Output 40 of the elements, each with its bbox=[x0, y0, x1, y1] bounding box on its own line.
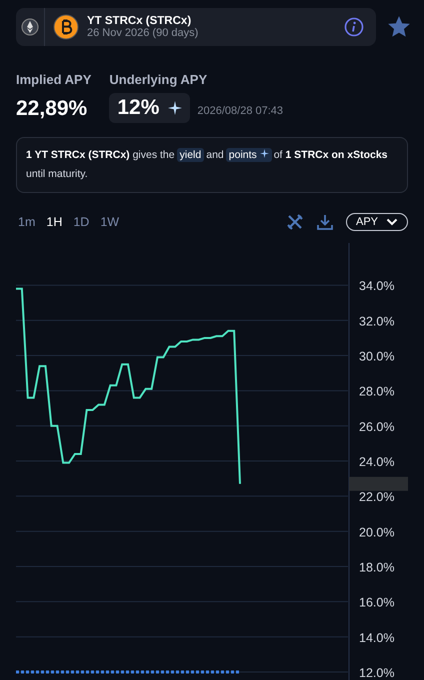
axis-label: 30.0% bbox=[359, 350, 394, 364]
axis-label: 24.0% bbox=[359, 455, 394, 470]
ethereum-icon bbox=[21, 18, 39, 36]
axis-label: 26.0% bbox=[359, 420, 394, 434]
implied-apy-label: Implied APY bbox=[16, 72, 92, 87]
axis-label: 12.0% bbox=[359, 666, 394, 680]
axis-label: 28.0% bbox=[359, 384, 394, 399]
download-icon[interactable] bbox=[316, 213, 334, 231]
range-tab[interactable]: 1H bbox=[46, 215, 62, 229]
axis-label: 18.0% bbox=[359, 560, 394, 574]
underlying-apy-value: 12% bbox=[109, 93, 190, 123]
points-tag: points bbox=[226, 148, 272, 162]
info-text: 1 YT STRCx (STRCx) gives the bbox=[26, 149, 175, 161]
info-icon[interactable] bbox=[344, 17, 364, 37]
chevron-down-icon bbox=[386, 218, 398, 226]
axis-label: 34.0% bbox=[359, 279, 394, 294]
axis-label: 32.0% bbox=[359, 314, 394, 328]
timestamp: 2026/08/28 07:43 bbox=[197, 105, 284, 117]
axis-label: 20.0% bbox=[359, 525, 394, 540]
sparkle-icon bbox=[168, 101, 182, 115]
tools-icon[interactable] bbox=[286, 213, 304, 231]
info-text: until maturity. bbox=[26, 168, 88, 180]
metric-dropdown[interactable]: APY bbox=[346, 213, 408, 231]
yield-tag: yield bbox=[176, 148, 204, 162]
axis-label: 16.0% bbox=[359, 596, 394, 610]
bitcoin-icon bbox=[53, 14, 79, 40]
range-tab[interactable]: 1D bbox=[73, 215, 90, 229]
axis-label: 14.0% bbox=[359, 630, 394, 645]
info-text: and bbox=[206, 149, 224, 161]
axis-label: 22.0% bbox=[359, 490, 394, 504]
current-value-marker bbox=[349, 476, 408, 491]
range-tab[interactable]: 1W bbox=[100, 215, 120, 229]
info-text: of 1 STRCx on xStocks bbox=[274, 149, 388, 161]
underlying-apy-label: Underlying APY bbox=[109, 72, 208, 87]
implied-apy-value: 22,89% bbox=[16, 96, 88, 121]
maturity-date: 26 Nov 2026 (90 days) bbox=[87, 27, 200, 39]
sparkle-icon bbox=[260, 149, 269, 158]
range-tab[interactable]: 1m bbox=[18, 215, 36, 229]
star-icon[interactable] bbox=[388, 16, 410, 38]
market-title: YT STRCx (STRCx) bbox=[87, 15, 192, 27]
